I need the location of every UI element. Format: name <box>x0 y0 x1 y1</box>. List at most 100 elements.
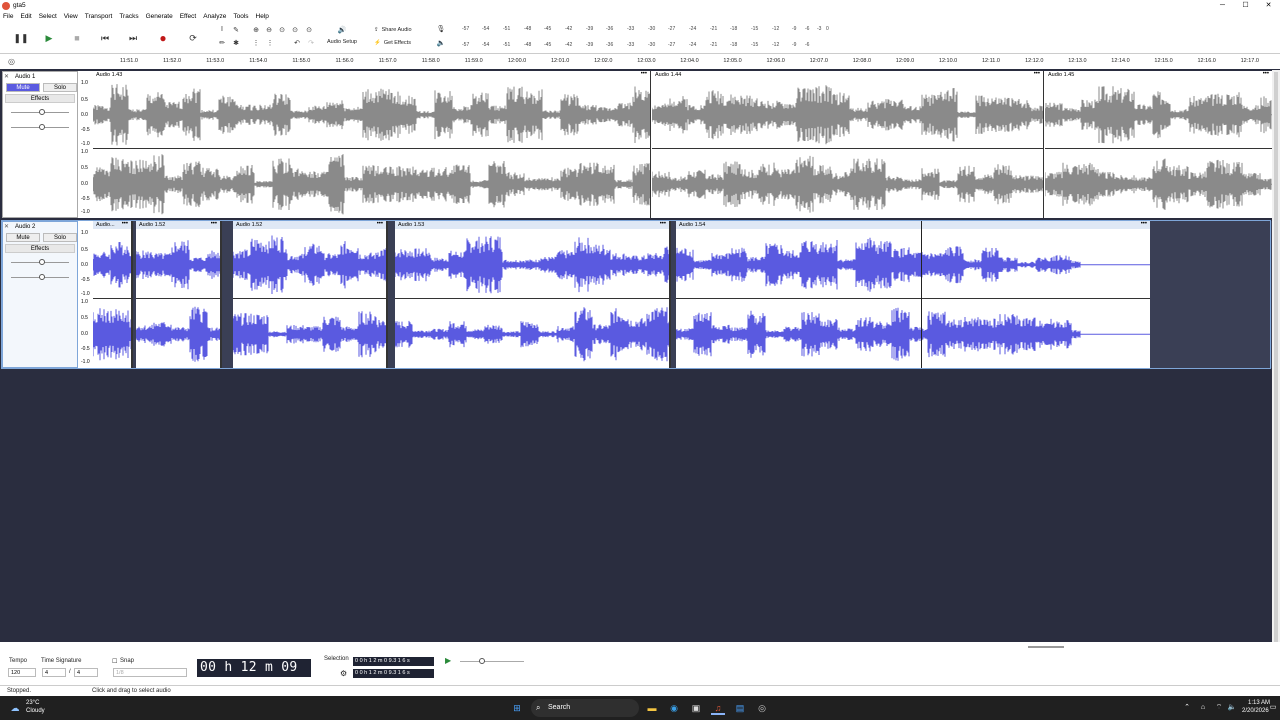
playback-meter-icon[interactable]: 🔈 <box>436 39 446 47</box>
clip-title[interactable]: Audio 1.44 <box>652 71 1043 79</box>
snap-checkbox[interactable]: ☐ <box>112 658 117 665</box>
fit-project-icon[interactable]: ⊙ <box>290 26 300 34</box>
record-button[interactable]: ● <box>152 30 174 46</box>
silence-audio-icon[interactable]: ⋮ <box>265 39 275 47</box>
menu-edit[interactable]: Edit <box>20 13 31 20</box>
close-button[interactable]: ✕ <box>1257 0 1280 11</box>
gain-slider[interactable] <box>11 109 69 115</box>
playback-meter[interactable]: -57 -54 -51 -48 -45 -42 -39 -36 -33 -30 … <box>462 39 832 51</box>
clip-menu-icon[interactable]: ••• <box>122 221 128 228</box>
draw-tool-icon[interactable]: ✏ <box>217 39 227 47</box>
solo-button[interactable]: Solo <box>43 233 77 242</box>
speaker-icon[interactable]: 🔊 <box>335 26 349 34</box>
zoom-toggle-icon[interactable]: ⊙ <box>304 26 314 34</box>
menu-effect[interactable]: Effect <box>180 13 197 20</box>
effects-button[interactable]: Effects <box>5 94 75 103</box>
volume-icon[interactable]: 🔈 <box>1225 701 1239 715</box>
snap-select[interactable]: 1/8 <box>113 668 187 677</box>
wifi-icon[interactable]: ⌔ <box>1212 701 1226 715</box>
tray-chevron-icon[interactable]: ⌃ <box>1180 701 1194 715</box>
pan-slider[interactable] <box>11 124 69 130</box>
clip-title[interactable]: Audio 1.52 <box>136 221 220 229</box>
multi-tool-icon[interactable]: ✱ <box>231 39 241 47</box>
tempo-input[interactable]: 120 <box>8 668 36 677</box>
edge-browser-icon[interactable]: ◉ <box>667 701 681 715</box>
timeline-ruler[interactable]: ◎ 11:51.0 11:52.0 11:53.0 11:54.0 11:55.0 11:… <box>0 53 1280 69</box>
settings-gear-icon[interactable]: ⚙ <box>340 669 347 678</box>
mute-button[interactable]: Mute <box>6 233 40 242</box>
menu-tracks[interactable]: Tracks <box>119 13 138 20</box>
track-control-panel-audio-2[interactable]: ✕ Audio 2 Mute Solo Effects <box>2 221 78 368</box>
clip-title[interactable]: Audio 1.53 <box>395 221 669 229</box>
menu-select[interactable]: Select <box>39 13 57 20</box>
clip-menu-icon[interactable]: ••• <box>1263 71 1269 78</box>
taskbar-search[interactable]: ⌕ Search <box>531 699 639 717</box>
windows-start-icon[interactable]: ⊞ <box>510 701 524 715</box>
weather-icon[interactable]: ☁ <box>8 701 22 715</box>
recording-meter[interactable]: -57 -54 -51 -48 -45 -42 -39 -36 -33 -30 … <box>462 23 832 35</box>
play-speed-slider[interactable] <box>460 658 524 664</box>
fit-selection-icon[interactable]: ⊙ <box>277 26 287 34</box>
selection-tool-icon[interactable]: I <box>217 26 227 33</box>
menu-analyze[interactable]: Analyze <box>203 13 226 20</box>
notifications-icon[interactable]: ▭ <box>1266 701 1280 715</box>
menu-file[interactable]: File <box>3 13 13 20</box>
audio-position-display[interactable]: 00 h 12 m 09 s <box>197 659 311 693</box>
solo-button[interactable]: Solo <box>43 83 77 92</box>
track-name[interactable]: Audio 2 <box>15 224 35 230</box>
track-control-panel-audio-1[interactable]: ✕ Audio 1 Mute Solo Effects <box>2 71 78 218</box>
zoom-in-icon[interactable]: ⊕ <box>251 26 261 34</box>
weather-temp[interactable]: 23°C <box>26 700 39 706</box>
undo-icon[interactable]: ↶ <box>292 39 302 47</box>
zoom-out-icon[interactable]: ⊖ <box>264 26 274 34</box>
stop-button[interactable]: ■ <box>66 30 88 46</box>
empty-track-area[interactable] <box>0 370 1272 642</box>
clip-menu-icon[interactable]: ••• <box>1141 221 1147 228</box>
clip-audio-1-53[interactable]: Audio 1.53 ••• <box>395 221 671 368</box>
track-name[interactable]: Audio 1 <box>15 74 35 80</box>
effects-button[interactable]: Effects <box>5 244 75 253</box>
vertical-scrollbar[interactable] <box>1272 70 1280 642</box>
app-icon[interactable]: ◎ <box>755 701 769 715</box>
clip-audio-1-43[interactable]: Audio 1.43 ••• <box>93 71 651 218</box>
selection-start-display[interactable]: 0 0 h 1 2 m 0 9.3 1 6 s <box>353 657 434 666</box>
clip-title[interactable]: Audio 1.52 <box>233 221 386 229</box>
clip-title[interactable]: Audio 1.45 <box>1045 71 1272 79</box>
skip-to-end-button[interactable]: ⏭ <box>122 30 144 46</box>
time-signature-numerator[interactable]: 4 <box>42 668 66 677</box>
audio-setup-button[interactable]: Audio Setup <box>327 39 357 45</box>
menu-transport[interactable]: Transport <box>85 13 113 20</box>
weather-desc[interactable]: Cloudy <box>26 708 45 714</box>
close-track-icon[interactable]: ✕ <box>4 223 9 230</box>
clip-audio-2-a[interactable]: Audio... ••• <box>93 221 133 368</box>
clip-audio-1-52-b[interactable]: Audio 1.52 ••• <box>233 221 388 368</box>
clip-audio-1-45[interactable]: Audio 1.45 ••• <box>1045 71 1272 218</box>
store-icon[interactable]: ▣ <box>689 701 703 715</box>
clip-menu-icon[interactable]: ••• <box>660 221 666 228</box>
menu-view[interactable]: View <box>64 13 78 20</box>
notepad-icon[interactable]: ▤ <box>733 701 747 715</box>
envelope-tool-icon[interactable]: ✎ <box>231 26 241 34</box>
mute-button[interactable]: Mute <box>6 83 40 92</box>
audacity-taskbar-icon[interactable]: ♫ <box>711 701 725 715</box>
clip-audio-1-44[interactable]: Audio 1.44 ••• <box>652 71 1044 218</box>
gain-slider[interactable] <box>11 259 69 265</box>
clip-audio-1-52-a[interactable]: Audio 1.52 ••• <box>136 221 222 368</box>
clip-title[interactable]: Audio 1.43 <box>93 71 650 79</box>
close-track-icon[interactable]: ✕ <box>4 73 9 80</box>
clip-menu-icon[interactable]: ••• <box>1034 71 1040 78</box>
file-explorer-icon[interactable]: ▬ <box>645 701 659 715</box>
clip-audio-1-54[interactable]: Audio 1.54 ••• <box>676 221 1150 368</box>
time-signature-denominator[interactable]: 4 <box>74 668 98 677</box>
get-effects-button[interactable]: ⚡ Get Effects <box>374 40 411 46</box>
maximize-button[interactable]: ☐ <box>1234 0 1257 11</box>
redo-icon[interactable]: ↷ <box>306 39 316 47</box>
menu-generate[interactable]: Generate <box>146 13 173 20</box>
clip-menu-icon[interactable]: ••• <box>641 71 647 78</box>
pan-slider[interactable] <box>11 274 69 280</box>
play-at-speed-icon[interactable]: ▶ <box>445 656 451 665</box>
horizontal-scrollbar[interactable] <box>1028 646 1064 648</box>
clip-menu-icon[interactable]: ••• <box>211 221 217 228</box>
play-button[interactable]: ▶ <box>38 30 60 46</box>
menu-tools[interactable]: Tools <box>233 13 248 20</box>
